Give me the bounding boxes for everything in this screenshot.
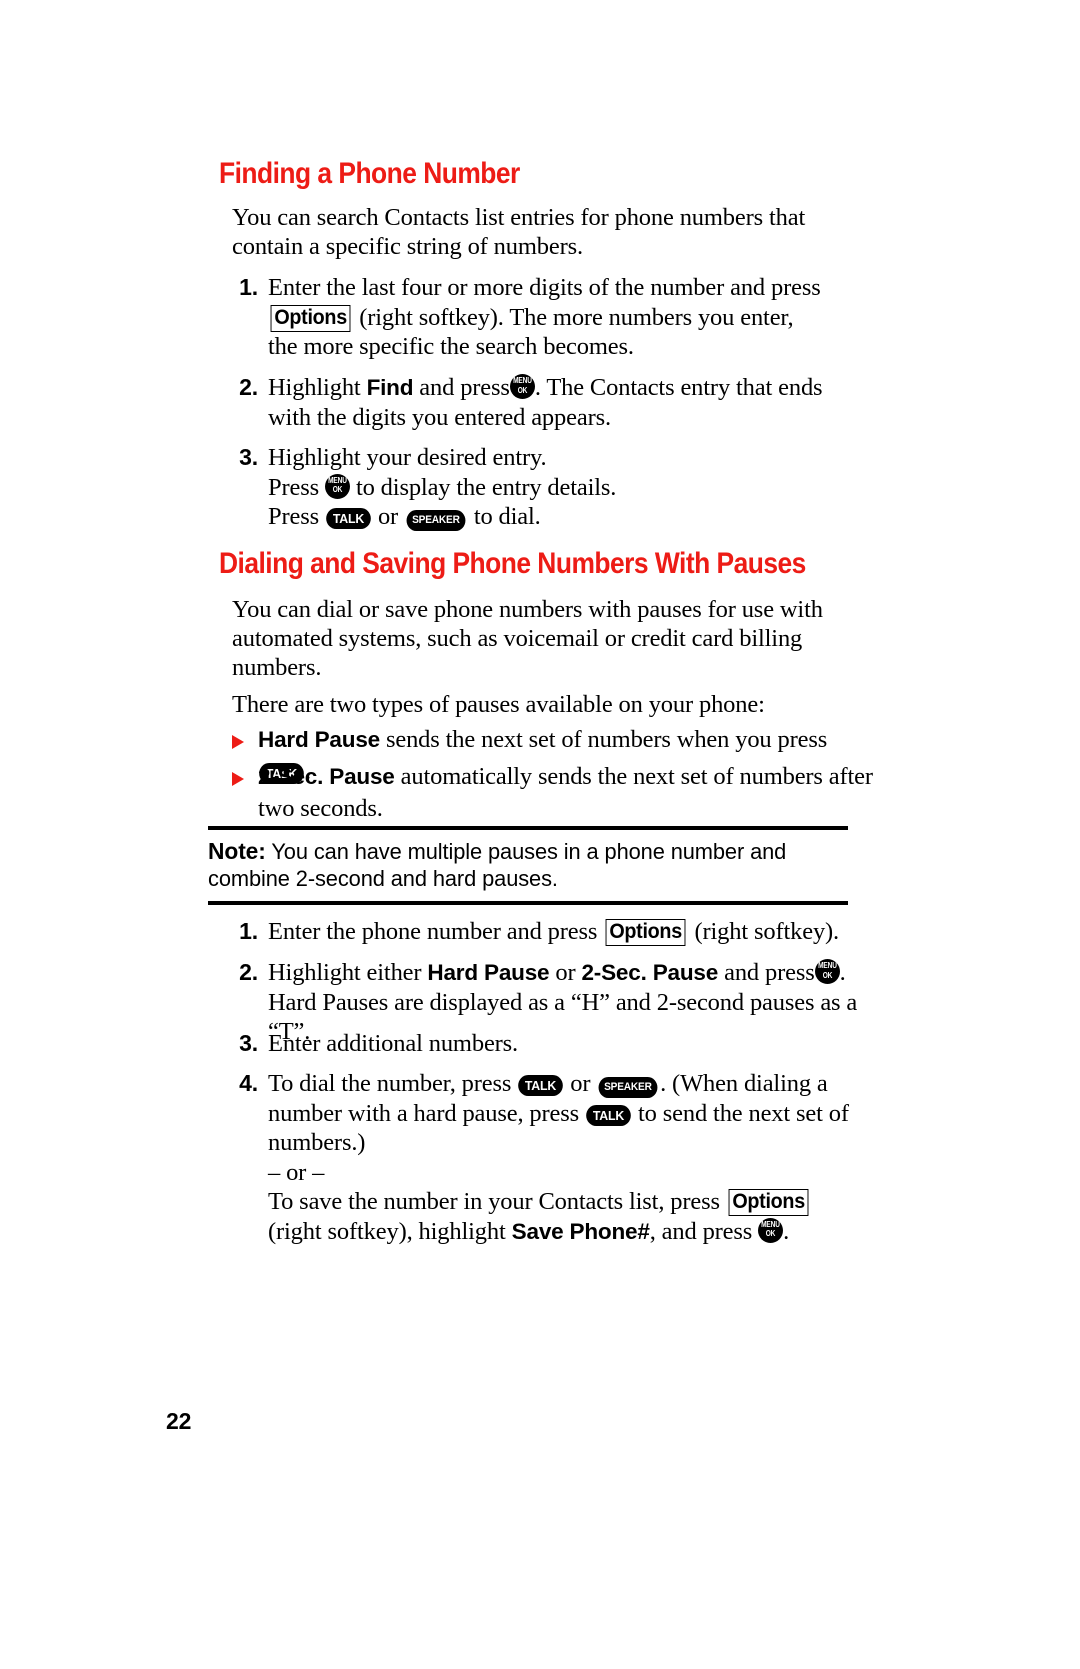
note-bottom-rule [208, 901, 848, 905]
list-item-step: 1. Enter the phone number and press Opti… [228, 917, 868, 947]
bullet-text: 2-Sec. Pause automatically sends the nex… [258, 761, 882, 825]
note-callout: Note: You can have multiple pauses in a … [208, 826, 848, 905]
step-number: 3. [239, 444, 258, 470]
step-text-part: (right softkey), highlight [268, 1217, 506, 1245]
list-item-step: 3. Highlight your desired entry. Press M… [228, 443, 848, 532]
step-line: Highlight your desired entry. [268, 444, 547, 471]
step-text: Highlight your desired entry. Press MENU… [268, 443, 848, 532]
list-item-step: 1. Enter the last four or more digits of… [228, 273, 828, 362]
step-text-part: to display the entry details. [355, 473, 617, 501]
step-number: 2. [239, 959, 258, 985]
step-number: 3. [239, 1030, 258, 1056]
menu-ok-key-icon[interactable]: MENU OK [814, 959, 840, 984]
options-softkey-button[interactable]: Options [728, 1189, 809, 1216]
step-number: 1. [239, 274, 258, 300]
ok-key-label: OK [822, 970, 832, 980]
step-text-part: and press [419, 374, 510, 401]
step-text-part: Press [268, 473, 319, 501]
ok-key-label: OK [765, 1229, 776, 1238]
step-text-part: and press [724, 959, 815, 986]
step-number: 2. [239, 374, 258, 400]
note-text: Note: You can have multiple pauses in a … [208, 830, 829, 901]
talk-key-icon[interactable]: TALK [586, 1104, 631, 1126]
menu-key-label: MENU [328, 475, 347, 485]
step-text-part: , and press [649, 1217, 753, 1245]
step-text-part: Highlight either [268, 959, 422, 986]
step-text: Highlight Find and press MENU OK. The Cont… [268, 373, 848, 432]
step-number: 4. [239, 1070, 258, 1096]
note-label: Note: [208, 838, 266, 864]
step-text-part: To dial the number, press [268, 1070, 512, 1097]
menu-item-2-sec-pause: 2-Sec. Pause [581, 960, 719, 985]
ok-key-label: OK [332, 485, 343, 494]
step-text-part: or [377, 503, 399, 530]
or-divider: – or – [268, 1158, 325, 1186]
menu-ok-key-icon[interactable]: MENU OK [509, 374, 535, 399]
intro-paragraph-finding: You can search Contacts list entries for… [232, 204, 806, 260]
talk-key-icon[interactable]: TALK [518, 1075, 564, 1096]
bullet-text-part: sends the next set of numbers when you p… [385, 726, 828, 753]
menu-item-save-phone-number: Save Phone# [511, 1218, 650, 1244]
menu-key-label: MENU [817, 961, 837, 970]
options-softkey-button[interactable]: Options [270, 304, 351, 332]
intro-paragraph-dialing: You can dial or save phone numbers with … [232, 596, 823, 681]
menu-key-label: MENU [761, 1219, 781, 1229]
alternate-instruction: To save the number in your Contacts list… [268, 1187, 868, 1246]
triangle-bullet-icon [232, 735, 244, 749]
intro-paragraph-pause-types: There are two types of pauses available … [232, 691, 765, 718]
step-text: Enter the last four or more digits of th… [268, 273, 828, 362]
step-text-part: or [570, 1070, 591, 1097]
step-text: Enter the phone number and press Options… [268, 917, 868, 947]
step-text-part: to dial. [473, 503, 541, 530]
list-item-step: 4. To dial the number, press TALK or SPE… [228, 1069, 868, 1246]
step-text-part: or [555, 959, 576, 986]
options-softkey-button[interactable]: Options [605, 919, 686, 946]
menu-ok-key-icon[interactable]: MENU OK [324, 473, 350, 499]
step-text-part: Enter the phone number and press [268, 918, 598, 945]
speaker-key-icon[interactable]: SPEAKER [598, 1077, 658, 1098]
pause-type-label: 2-Sec. Pause [258, 764, 395, 789]
menu-item-hard-pause: Hard Pause [427, 960, 550, 985]
ok-key-label: OK [517, 385, 528, 395]
step-text-part: Enter the last four or more digits of th… [268, 274, 821, 301]
step-text-part: . [783, 1217, 790, 1245]
menu-item-find: Find [366, 375, 414, 400]
pause-type-label: Hard Pause [258, 727, 380, 752]
menu-key-label: MENU [512, 376, 532, 385]
page-title-finding-a-phone-number: Finding a Phone Number [219, 157, 520, 190]
talk-key-icon[interactable]: TALK [326, 508, 371, 529]
page-title-dialing-and-saving-phone-numbers-with-pauses: Dialing and Saving Phone Numbers With Pa… [219, 547, 806, 580]
list-item-step: 3. Enter additional numbers. [228, 1029, 868, 1059]
step-text-part: To save the number in your Contacts list… [268, 1188, 720, 1215]
page-number: 22 [166, 1408, 192, 1434]
step-number: 1. [239, 918, 258, 944]
step-text-part: Highlight [268, 374, 361, 401]
menu-ok-key-icon[interactable]: MENU OK [758, 1217, 784, 1243]
list-item-step: 2. Highlight Find and press MENU OK. The C… [228, 373, 848, 432]
step-text-part: Press [268, 503, 319, 530]
step-text-part: (right softkey). [694, 918, 840, 945]
step-text: To dial the number, press TALK or SPEAKE… [268, 1069, 868, 1246]
step-text: Enter additional numbers. [268, 1030, 519, 1057]
speaker-key-icon[interactable]: SPEAKER [406, 510, 466, 531]
list-item-bullet: 2-Sec. Pause automatically sends the nex… [232, 761, 882, 825]
manual-page: Finding a Phone Number You can search Co… [0, 0, 1080, 1669]
note-body-text: You can have multiple pauses in a phone … [208, 839, 787, 891]
triangle-bullet-icon [232, 772, 244, 786]
